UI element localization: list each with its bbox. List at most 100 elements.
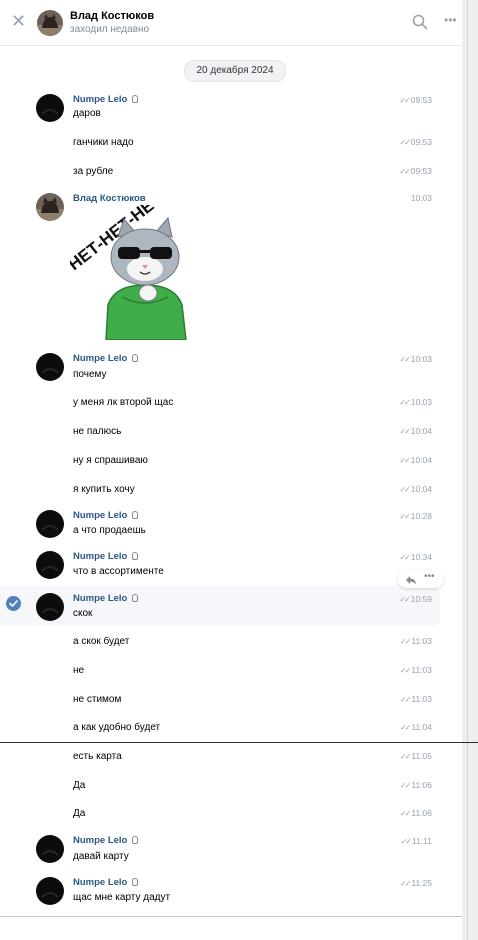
message-time: ✓✓ 10:04 [399,426,432,436]
message-author[interactable]: Numpe Lelo [73,593,139,604]
message-time: ✓✓ 10:59 [399,594,432,604]
avatar[interactable] [36,193,64,221]
message-text: а как удобно будет [73,722,161,733]
badge-icon [132,878,139,886]
badge-icon [132,836,139,844]
divider [467,0,468,940]
message-author[interactable]: Numpe Lelo [73,94,139,105]
chat-title[interactable]: Влад Костюков [70,10,154,22]
read-check-icon: ✓✓ [400,837,412,846]
avatar[interactable] [36,94,64,122]
more-icon[interactable]: ••• [424,571,435,582]
divider [0,742,478,743]
read-check-icon: ✓✓ [399,398,410,407]
read-check-icon: ✓✓ [399,355,410,364]
selected-message-row[interactable] [0,586,440,626]
reply-icon[interactable] [405,573,417,585]
message-author[interactable]: Numpe Lelo [73,551,139,562]
message-text: даров [73,108,101,119]
avatar[interactable] [37,10,63,36]
message-time: ✓✓ 11:03 [399,665,432,675]
message-text: не стимом [73,694,122,705]
badge-icon [132,95,139,103]
message-time: ✓✓ 11:06 [399,780,432,790]
read-check-icon: ✓✓ [399,637,411,646]
chat-panel: ✕ Влад Костюков заходил недавно ••• 20 д… [0,0,462,940]
avatar[interactable] [36,353,64,381]
message-time: ✓✓ 11:04 [399,722,432,732]
read-check-icon: ✓✓ [399,427,410,436]
message-text: почему [73,369,107,380]
message-text: ганчики надо [73,137,134,148]
message-time: ✓✓ 11:03 [399,636,432,646]
message-author[interactable]: Numpe Lelo [73,877,139,888]
read-check-icon: ✓✓ [399,485,410,494]
message-time: ✓✓ 10:03 [399,397,432,407]
message-author[interactable]: Numpe Lelo [73,835,139,846]
read-check-icon: ✓✓ [399,809,411,818]
message-text: а что продаешь [73,525,146,536]
badge-icon [132,511,139,519]
avatar[interactable] [36,835,64,863]
message-author[interactable]: Numpe Lelo [73,353,139,364]
message-time: ✓✓ 09:53 [399,95,432,105]
more-icon[interactable]: ••• [444,13,457,27]
message-time: 10:03 [410,193,432,203]
message-text: Да [73,808,86,819]
close-icon[interactable]: ✕ [11,12,26,30]
read-check-icon: ✓✓ [399,666,411,675]
message-time: ✓✓ 11:25 [399,878,432,888]
message-time: ✓✓ 10:04 [399,455,432,465]
message-time: ✓✓ 11:11 [400,836,432,846]
read-check-icon: ✓✓ [399,695,411,704]
message-text: скок [73,608,93,619]
message-text: щас мне карту дадут [73,892,171,903]
message-text: есть карта [73,751,122,762]
message-text: у меня лк второй щас [73,397,174,408]
cat-sticker[interactable]: НЕТ-НЕТ-НЕТ [65,189,210,341]
read-check-icon: ✓✓ [399,96,410,105]
message-time: ✓✓ 11:03 [399,694,432,704]
read-check-icon: ✓✓ [399,781,411,790]
read-check-icon: ✓✓ [399,595,410,604]
message-author[interactable]: Numpe Lelo [73,510,139,521]
read-check-icon: ✓✓ [399,512,410,521]
right-gutter [462,0,478,940]
avatar[interactable] [36,593,64,621]
search-icon[interactable] [412,14,428,30]
avatar[interactable] [36,551,64,579]
message-time: ✓✓ 10:34 [399,552,432,562]
divider [0,916,462,917]
message-text: ну я спрашиваю [73,455,148,466]
read-check-icon: ✓✓ [399,723,411,732]
message-text: за рубле [73,166,114,177]
message-text: а скок будет [73,636,130,647]
read-check-icon: ✓✓ [399,879,411,888]
message-text: не палюсь [73,426,122,437]
message-author[interactable]: Влад Костюков [73,193,146,204]
message-text: Да [73,780,86,791]
message-time: ✓✓ 10:04 [399,484,432,494]
badge-icon [132,354,139,362]
online-status: заходил недавно [70,24,150,35]
message-text: я купить хочу [73,484,135,495]
read-check-icon: ✓✓ [399,167,410,176]
read-check-icon: ✓✓ [399,553,410,562]
read-check-icon: ✓✓ [399,138,410,147]
message-time: ✓✓ 09:53 [399,166,432,176]
message-text: что в ассортименте [73,566,164,577]
message-time: ✓✓ 10:03 [399,354,432,364]
date-divider: 20 декабря 2024 [184,60,286,82]
badge-icon [132,552,139,560]
message-time: ✓✓ 11:05 [399,751,432,761]
selected-check-icon[interactable] [6,596,21,611]
message-time: ✓✓ 09:53 [399,137,432,147]
read-check-icon: ✓✓ [399,456,410,465]
avatar[interactable] [36,877,64,905]
read-check-icon: ✓✓ [399,752,411,761]
avatar[interactable] [36,510,64,538]
message-actions: ••• [398,570,444,588]
chat-header: ✕ Влад Костюков заходил недавно ••• [0,0,462,46]
message-time: ✓✓ 11:06 [399,808,432,818]
badge-icon [132,594,139,602]
